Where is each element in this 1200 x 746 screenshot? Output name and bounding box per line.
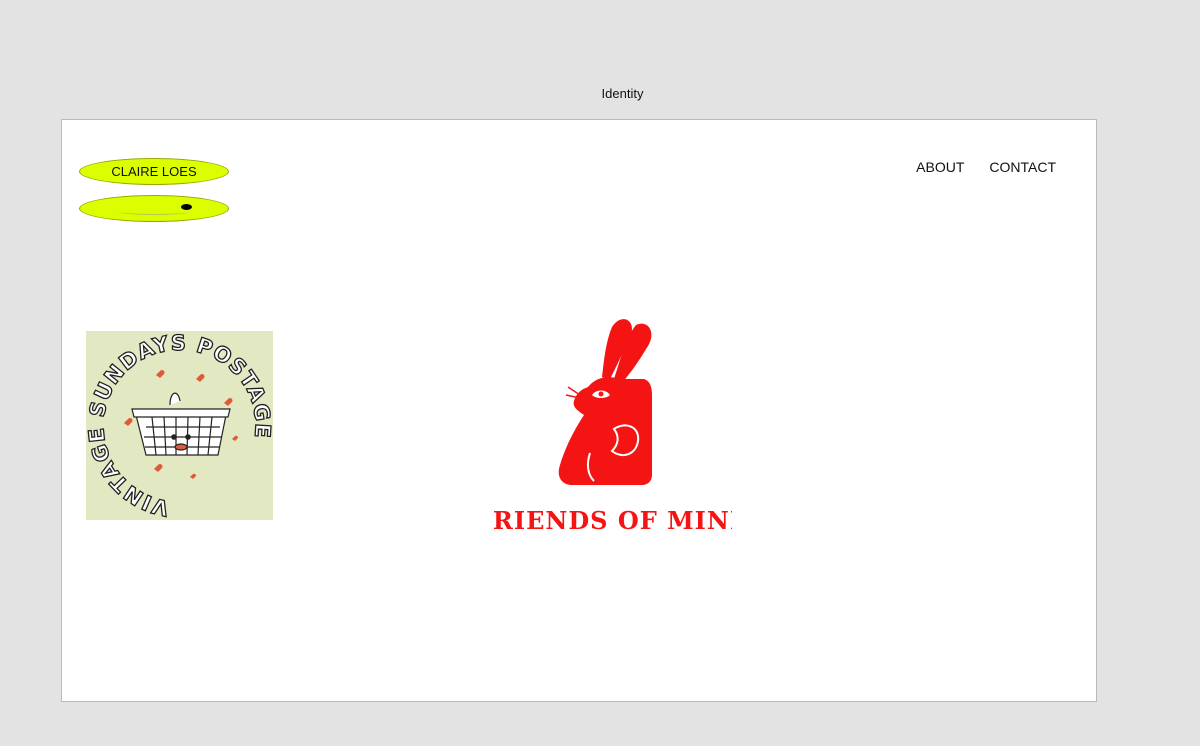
smiley-face-icon[interactable]	[79, 195, 229, 222]
logo-text: CLAIRE LOES	[111, 164, 197, 179]
vintage-sundays-project-tile[interactable]: VINTAGE SUNDAYS POSTAGE	[84, 330, 275, 521]
page-canvas: CLAIRE LOES ABOUT CONTACT VINTAGE SUNDAY…	[61, 119, 1097, 702]
wink-eye	[181, 204, 192, 210]
vintage-sundays-logo-icon: VINTAGE SUNDAYS POSTAGE	[84, 330, 275, 521]
rabbit-logo-icon: FRIENDS OF MINE	[475, 319, 748, 535]
nav-contact-link[interactable]: CONTACT	[989, 159, 1056, 175]
basket-icon	[131, 392, 231, 456]
smile-mouth	[118, 208, 190, 215]
nav-about-link[interactable]: ABOUT	[916, 159, 964, 175]
main-nav: ABOUT CONTACT	[916, 159, 1056, 175]
friends-of-mine-wordmark: FRIENDS OF MINE	[492, 506, 732, 535]
friends-of-mine-project-tile[interactable]: FRIENDS OF MINE	[475, 315, 748, 545]
logo-button[interactable]: CLAIRE LOES	[79, 158, 229, 185]
frame-title: Identity	[601, 86, 644, 101]
